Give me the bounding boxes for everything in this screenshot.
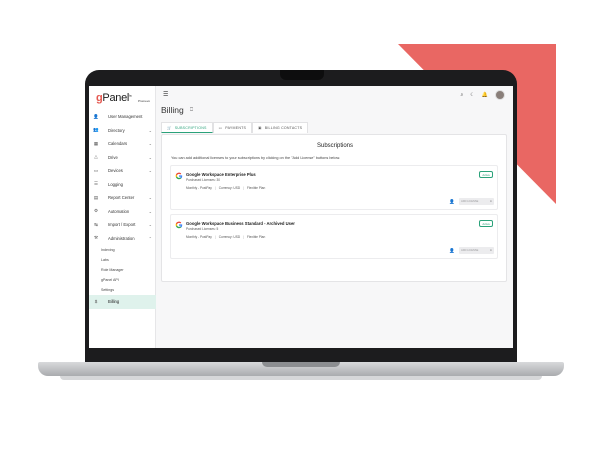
moon-icon[interactable]: ☾ (470, 92, 474, 98)
cart-icon: ⊞ (489, 249, 492, 252)
menu-icon[interactable]: ☰ (163, 91, 168, 98)
bookmark-icon[interactable]: ⎕ (190, 107, 193, 113)
calendar-icon: ▦ (93, 140, 99, 146)
laptop-lip (262, 362, 340, 367)
sidebar-subitem-settings[interactable]: Settings (89, 285, 156, 295)
subscription-terms: Monthly - PostPay | Currency: USD | Flexib… (186, 186, 266, 190)
sidebar-subitem-role-manager[interactable]: Role Manager (89, 265, 156, 275)
sidebar-item-drive[interactable]: △ Drive ⌄ (89, 151, 156, 165)
card-note: You can add additional licenses to your … (171, 156, 341, 160)
dollar-icon: $ (94, 299, 98, 305)
chevron-down-icon: ⌄ (148, 154, 152, 160)
google-icon (175, 172, 183, 180)
sidebar-item-user-management[interactable]: 👤 User Management (89, 110, 156, 124)
sidebar-item-billing[interactable]: $ Billing (89, 295, 156, 309)
sidebar-item-devices[interactable]: ▭ Devices ⌄ (89, 164, 156, 178)
sidebar-item-calendars[interactable]: ▦ Calendars ⌄ (89, 137, 156, 151)
tab-payments[interactable]: ▭ PAYMENTS (212, 122, 253, 133)
chevron-down-icon: ⌄ (148, 141, 152, 147)
page-title: Billing (161, 105, 184, 115)
subscription-name: Google Workspace Business Standard - Arc… (186, 221, 295, 226)
status-badge: Active (479, 171, 493, 178)
gpanel-logo[interactable]: gPanelby (96, 92, 132, 104)
sidebar-item-report-center[interactable]: ▤ Report Center ⌄ (89, 191, 156, 205)
tab-bar: 🛒 SUBSCRIPTIONS ▭ PAYMENTS ▣ BILLING CONTAC… (161, 122, 309, 133)
add-person-icon[interactable]: 👤 (449, 199, 455, 205)
chevron-down-icon: ⌄ (148, 195, 152, 201)
bell-icon[interactable]: 🔔 (482, 92, 488, 98)
sidebar-item-directory[interactable]: 👥 Directory ⌄ (89, 124, 156, 138)
topbar-actions: ⌕ ☾ 🔔 (460, 90, 505, 100)
sidebar-subitem-labs[interactable]: Labs (89, 255, 156, 265)
import-export-icon: ↹ (94, 221, 98, 227)
laptop-shadow (60, 376, 542, 380)
promo-stage: gPanelby Promevo 👤 User Management 👥 Direc… (0, 0, 602, 450)
add-person-icon[interactable]: 👤 (449, 248, 455, 254)
add-license-button[interactable]: ADD LICENSE ⊞ (459, 247, 494, 254)
card-icon: ▭ (218, 126, 223, 130)
subscription-terms: Monthly - PostPay | Currency: USD | Flexib… (186, 235, 266, 239)
search-icon[interactable]: ⌕ (460, 92, 463, 98)
chevron-down-icon: ⌄ (148, 208, 152, 214)
status-badge: Active (479, 220, 493, 227)
chevron-down-icon: ⌄ (148, 127, 152, 133)
drive-icon: △ (94, 154, 98, 160)
cart-icon: ⊞ (489, 200, 492, 203)
automation-icon: ⚙ (93, 208, 99, 214)
chevron-up-icon: ⌃ (148, 235, 152, 241)
sidebar-subitem-gpanel-api[interactable]: gPanel API (89, 275, 156, 285)
cart-icon: 🛒 (167, 125, 172, 130)
directory-icon: 👥 (93, 127, 99, 133)
subscription-name: Google Workspace Enterprise Plus (186, 172, 256, 177)
vendor-logo: Promevo (138, 99, 151, 103)
sidebar: gPanelby Promevo 👤 User Management 👥 Direc… (89, 86, 156, 348)
chevron-down-icon: ⌄ (148, 222, 152, 228)
sidebar-item-logging[interactable]: ☰ Logging (89, 178, 156, 192)
sidebar-subitem-indexing[interactable]: Indexing (89, 245, 156, 255)
card-title: Subscriptions (316, 143, 354, 149)
tab-subscriptions[interactable]: 🛒 SUBSCRIPTIONS (161, 122, 213, 133)
camera-notch (280, 70, 324, 80)
laptop-screen: gPanelby Promevo 👤 User Management 👥 Direc… (89, 86, 513, 348)
subscription-item: Google Workspace Enterprise Plus Purchas… (170, 165, 498, 210)
sidebar-nav: 👤 User Management 👥 Directory ⌄ ▦ Calendars ⌄… (89, 110, 156, 309)
contacts-icon: ▣ (258, 126, 262, 130)
sidebar-item-import-export[interactable]: ↹ Import / Export ⌄ (89, 218, 156, 232)
sidebar-item-automation[interactable]: ⚙ Automation ⌄ (89, 205, 156, 219)
report-icon: ▤ (93, 194, 99, 200)
user-icon: 👤 (93, 113, 99, 119)
google-icon (175, 221, 183, 229)
devices-icon: ▭ (93, 167, 99, 173)
purchased-licenses: Purchased Licenses: 30 (186, 178, 221, 182)
logging-icon: ☰ (93, 181, 99, 187)
sidebar-item-administration[interactable]: ⚒ Administration ⌃ (89, 232, 156, 246)
admin-icon: ⚒ (93, 235, 99, 241)
tab-billing-contacts[interactable]: ▣ BILLING CONTACTS (252, 122, 309, 133)
subscriptions-card: Subscriptions You can add additional lic… (161, 134, 507, 282)
avatar[interactable] (495, 90, 505, 100)
purchased-licenses: Purchased Licenses: 5 (186, 227, 219, 231)
chevron-down-icon: ⌄ (148, 168, 152, 174)
subscription-item: Google Workspace Business Standard - Arc… (170, 214, 498, 259)
add-license-button[interactable]: ADD LICENSE ⊞ (459, 198, 494, 205)
